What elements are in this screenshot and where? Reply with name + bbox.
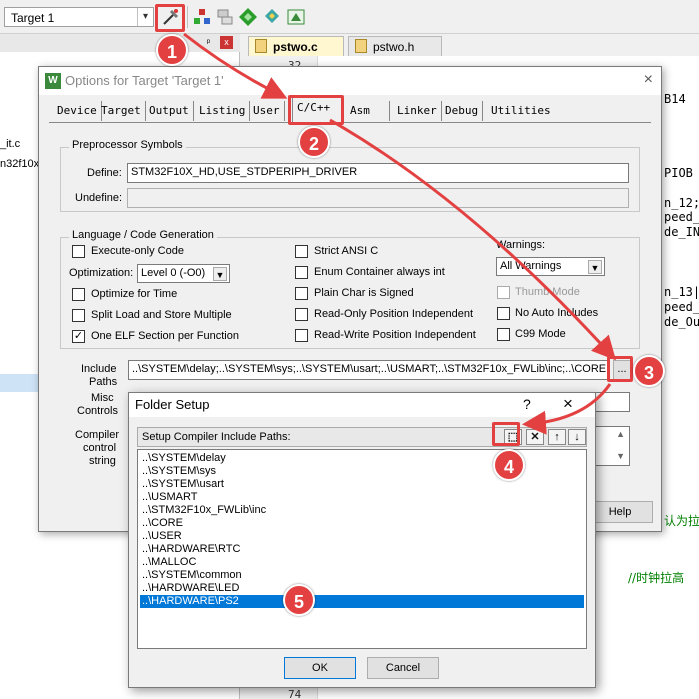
step-marker-1: 1	[156, 34, 188, 66]
step-marker-2: 2	[298, 126, 330, 158]
highlight-browse-button	[607, 356, 633, 382]
highlight-cc-tab	[288, 95, 344, 125]
highlight-new-folder-button	[492, 422, 520, 446]
step-marker-3: 3	[633, 355, 665, 387]
step-marker-5: 5	[283, 584, 315, 616]
step-marker-4: 4	[493, 449, 525, 481]
annotation-arrows	[183, 32, 617, 435]
highlight-options-icon	[155, 4, 185, 32]
